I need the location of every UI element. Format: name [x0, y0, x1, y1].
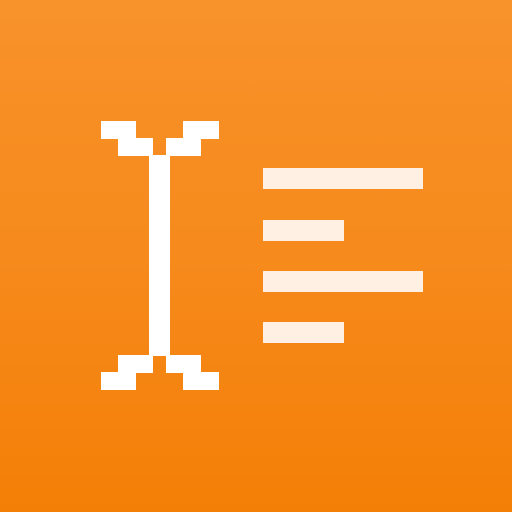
- text-line-long-1: [263, 168, 423, 189]
- text-line-short-1: [263, 220, 344, 241]
- text-line-short-2: [263, 322, 344, 343]
- text-line-long-2: [263, 271, 423, 292]
- i-beam-cursor-icon: [101, 121, 219, 390]
- app-icon: [0, 0, 512, 512]
